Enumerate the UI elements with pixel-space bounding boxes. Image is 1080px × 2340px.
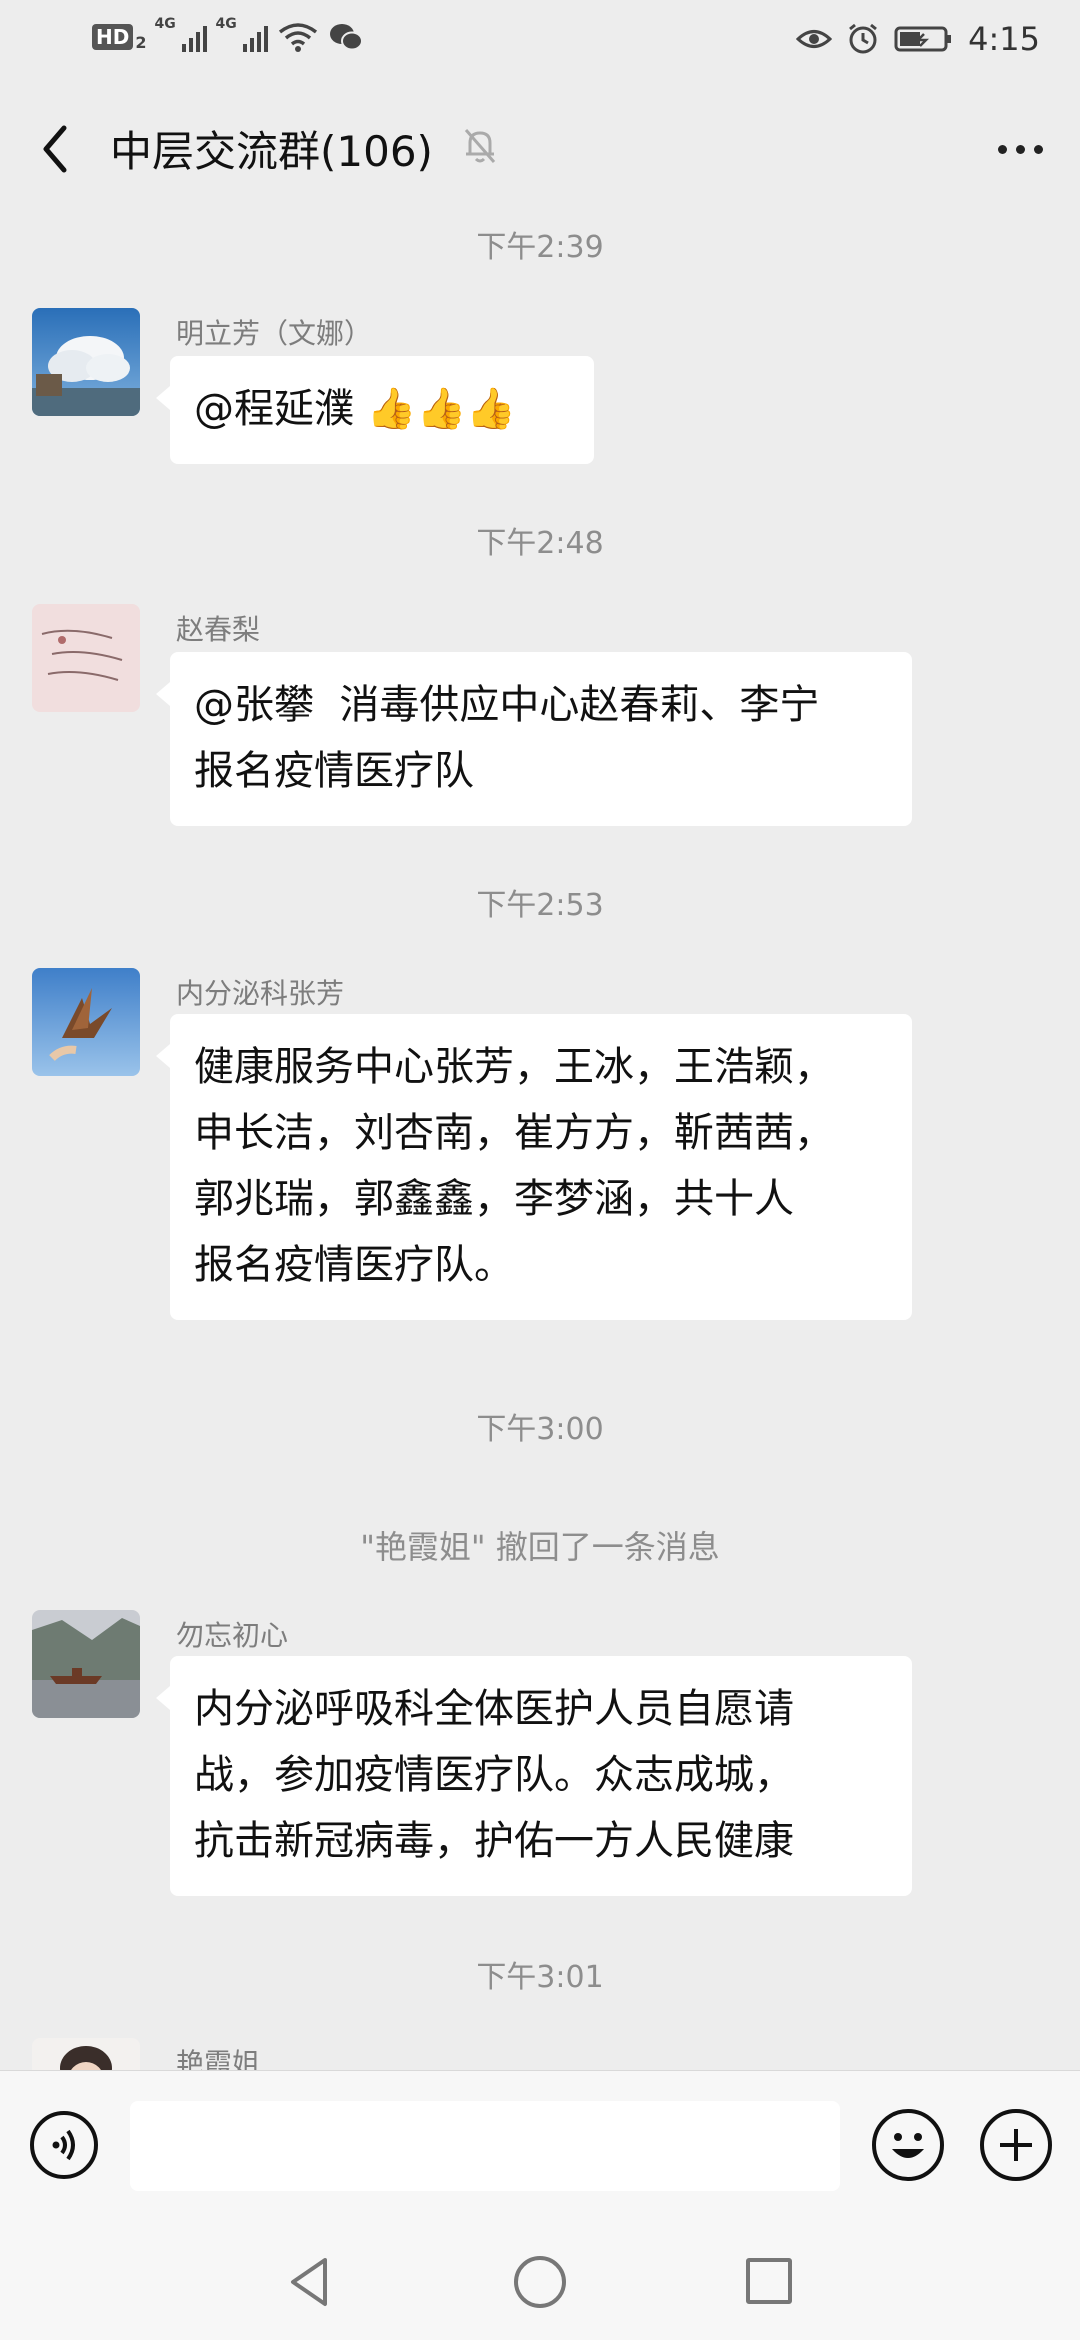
wechat-icon (330, 24, 364, 51)
plus-icon[interactable] (980, 2109, 1052, 2181)
signal-icon: 4G (154, 16, 208, 52)
message-timestamp: 下午2:53 (476, 888, 604, 923)
message-bubble[interactable]: 内分泌呼吸科全体医护人员自愿请 战，参加疫情医疗队。众志成城， 抗击新冠病毒，护… (156, 1656, 912, 1896)
emoji-icon[interactable] (872, 2109, 944, 2181)
avatar[interactable] (32, 604, 140, 712)
nav-recent-icon[interactable] (746, 2258, 792, 2304)
signal-icon-2: 4G (215, 16, 269, 52)
recall-notice: "艳霞姐" 撤回了一条消息 (360, 1528, 720, 1566)
sender-name: 勿忘初心 (176, 1619, 289, 1652)
status-bar: HD 2 4G 4G 4:15 (0, 0, 1080, 84)
eye-icon (796, 30, 833, 48)
signal-label: 4G (154, 16, 176, 32)
message-timestamp: 下午2:39 (476, 230, 604, 265)
avatar[interactable] (32, 1610, 140, 1718)
message-timestamp: 下午3:00 (476, 1412, 604, 1447)
alarm-icon (849, 23, 878, 54)
hd-sub: 2 (135, 32, 147, 52)
more-dots-icon[interactable] (990, 124, 1050, 174)
message-timestamp: 下午3:01 (476, 1960, 604, 1995)
chat-header: 中层交流群(106) (0, 84, 1080, 216)
avatar[interactable] (32, 308, 140, 416)
back-arrow-icon[interactable] (30, 114, 90, 184)
status-time: 4:15 (968, 20, 1040, 58)
wifi-icon (279, 23, 318, 52)
message-bubble[interactable]: 健康服务中心张芳，王冰，王浩颖， 申长洁，刘杏南，崔方方，靳茜茜， 郭兆瑞，郭鑫… (156, 1014, 912, 1320)
voice-icon[interactable] (30, 2111, 98, 2179)
message-list[interactable]: 下午2:39 明立芳（文娜） @程延濮 👍👍👍 下午2:48 赵春梨 @张攀 消… (0, 216, 1080, 2070)
avatar[interactable] (32, 2038, 140, 2070)
input-bar (0, 2070, 1080, 2223)
signal-label-2: 4G (215, 16, 237, 32)
message-bubble[interactable]: @张攀 消毒供应中心赵春莉、李宁 报名疫情医疗队 (156, 652, 912, 826)
mute-bell-icon (464, 129, 496, 163)
nav-back-icon[interactable] (285, 2252, 335, 2312)
message-input[interactable] (130, 2101, 840, 2191)
system-nav-bar (0, 2222, 1080, 2340)
battery-icon (894, 26, 952, 52)
avatar[interactable] (32, 968, 140, 1076)
hd-label: HD (96, 25, 130, 49)
message-bubble[interactable]: @程延濮 👍👍👍 (156, 356, 594, 464)
hd-badge: HD (92, 24, 134, 50)
sender-name: 明立芳（文娜） (176, 317, 373, 350)
nav-home-icon[interactable] (514, 2256, 566, 2308)
sender-name: 内分泌科张芳 (176, 977, 345, 1010)
sender-name: 艳霞姐 (176, 2047, 261, 2070)
chat-title: 中层交流群(106) (110, 127, 433, 176)
message-timestamp: 下午2:48 (476, 526, 604, 561)
sender-name: 赵春梨 (176, 613, 261, 646)
